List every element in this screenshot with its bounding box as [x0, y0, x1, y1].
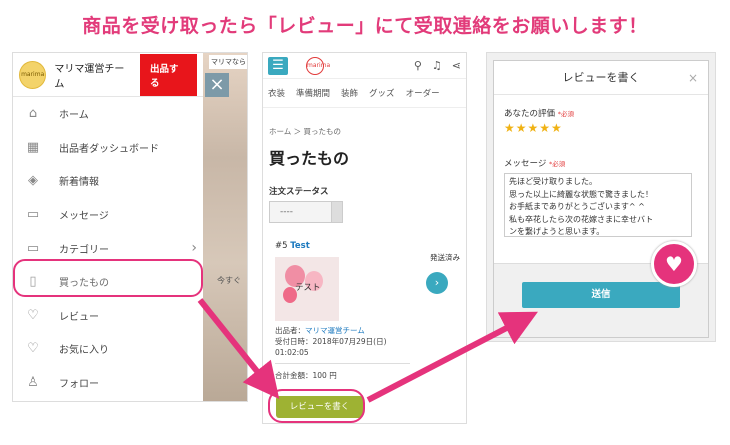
- avatar: marima: [19, 60, 47, 89]
- chat-icon: ▭: [26, 207, 40, 223]
- send-button[interactable]: 送信: [522, 282, 680, 308]
- background-label: マリマなら: [209, 55, 247, 69]
- breadcrumb[interactable]: ホーム ＞ 買ったもの: [263, 108, 466, 137]
- sidebar-item-label: 出品者ダッシュボード: [59, 143, 159, 155]
- product-thumbnail[interactable]: テスト: [275, 257, 339, 321]
- sidebar-item-messages[interactable]: ▭ メッセージ: [13, 198, 203, 232]
- order-card: #5 Test テスト 出品者：マリマ運営チーム 受付日時：2018年07月29…: [275, 241, 387, 358]
- sidebar-item-label: ホーム: [59, 110, 89, 122]
- logo[interactable]: marima: [306, 56, 330, 75]
- sidebar-item-label: 新着情報: [59, 177, 99, 189]
- tab-goods[interactable]: グッズ: [369, 87, 395, 99]
- store-icon: ▦: [26, 139, 40, 155]
- sidebar-item-label: カテゴリー: [59, 244, 109, 256]
- sidebar-item-dashboard[interactable]: ▦ 出品者ダッシュボード: [13, 131, 203, 165]
- message-line: お手紙までありがとうございます^ ^: [509, 202, 645, 211]
- sidebar-item-label: フォロー: [59, 379, 99, 391]
- share-icon[interactable]: ⋖: [452, 59, 461, 72]
- rating-label: あなたの評価 *必須: [494, 107, 708, 119]
- message-line: 先ほど受け取りました。: [509, 177, 597, 186]
- chevron-right-icon: ›: [191, 240, 197, 257]
- order-number: #5: [275, 241, 288, 251]
- tab-preparation[interactable]: 準備期間: [296, 87, 330, 99]
- message-line: ンを繋げようと思います。: [509, 227, 605, 236]
- tab-decoration[interactable]: 装飾: [341, 87, 358, 99]
- tag-icon: ◈: [28, 173, 38, 189]
- message-textarea[interactable]: 先ほど受け取りました。 思った以上に綺麗な状態で驚きました！ お手紙までありがと…: [504, 173, 692, 237]
- background-text: 今すぐ: [217, 276, 241, 285]
- order-time: 01:02:05: [275, 348, 309, 357]
- close-menu-button[interactable]: ×: [205, 73, 229, 97]
- review-modal: レビューを書く × あなたの評価 *必須 ★★★★★ メッセージ *必須 先ほど…: [493, 60, 709, 338]
- star-rating[interactable]: ★★★★★: [494, 121, 708, 135]
- divider: [275, 363, 410, 364]
- sidebar-item-label: レビュー: [59, 311, 99, 323]
- tab-order[interactable]: オーダー: [406, 87, 440, 99]
- sidebar-item-favorites[interactable]: ♡ お気に入り: [13, 332, 203, 366]
- instruction-banner: 商品を受け取ったら「レビュー」にて受取連絡をお願いします！: [82, 15, 648, 37]
- seller-label: 出品者：: [275, 326, 305, 335]
- message-line: 私も卒花したら次の花嫁さまに幸せバト: [509, 214, 654, 224]
- sidebar-header: marima マリマ運営チーム 出品する: [13, 53, 203, 97]
- sidebar-item-review[interactable]: ♡ レビュー: [13, 299, 203, 333]
- order-date: 受付日時：2018年07月29日(日): [275, 337, 387, 346]
- required-badge: *必須: [557, 110, 574, 118]
- sidebar-menu: ⌂ ホーム ▦ 出品者ダッシュボード ◈ 新着情報 ▭ メッセージ ▭ カテゴリー › ▯ 買…: [13, 97, 203, 399]
- tab-costume[interactable]: 衣装: [268, 87, 285, 99]
- purchases-screen: ☰ marima ⚲ ♫ ⋖ 衣装 準備期間 装飾 グッズ オーダー ホーム ＞…: [262, 52, 467, 424]
- hamburger-icon[interactable]: ☰: [268, 56, 288, 75]
- review-modal-screen: レビューを書く × あなたの評価 *必須 ★★★★★ メッセージ *必須 先ほど…: [486, 52, 716, 342]
- sidebar-item-follow[interactable]: ♙ フォロー: [13, 366, 203, 400]
- home-icon: ⌂: [28, 106, 38, 122]
- rating-label-text: あなたの評価: [504, 109, 556, 119]
- sidebar-item-label: メッセージ: [59, 211, 109, 223]
- order-total: 合計金額：100 円: [275, 371, 337, 380]
- message-label-text: メッセージ: [504, 159, 547, 169]
- modal-title: レビューを書く: [562, 71, 640, 84]
- message-label: メッセージ *必須: [494, 157, 708, 169]
- sidebar-item-home[interactable]: ⌂ ホーム: [13, 97, 203, 131]
- category-icon: ▭: [26, 240, 40, 256]
- heart-icon: ♡: [27, 341, 39, 357]
- shipping-status: 発送済み: [430, 253, 460, 262]
- sidebar-item-news[interactable]: ◈ 新着情報: [13, 164, 203, 198]
- background-photo: [203, 53, 247, 401]
- modal-header: レビューを書く ×: [494, 61, 708, 95]
- user-icon: ♙: [27, 375, 39, 391]
- chevron-right-icon[interactable]: ›: [426, 272, 448, 294]
- heart-badge-icon: ♥: [651, 241, 697, 287]
- sidebar: marima マリマ運営チーム 出品する ⌂ ホーム ▦ 出品者ダッシュボード ◈ 新…: [13, 53, 203, 401]
- category-tabs: 衣装 準備期間 装飾 グッズ オーダー: [263, 79, 466, 108]
- side-menu-screen: マリマなら × 今すぐ marima マリマ運営チーム 出品する ⌂ ホーム ▦ 出…: [12, 52, 248, 402]
- search-icon[interactable]: ⚲: [414, 59, 422, 72]
- status-filter-label: 注文ステータス: [269, 187, 329, 197]
- seller-link[interactable]: マリマ運営チーム: [305, 326, 365, 335]
- heart-circle-icon: ♡: [27, 307, 39, 323]
- top-icons: ⚲ ♫ ⋖: [414, 59, 461, 72]
- thumbnail-text: テスト: [295, 283, 321, 293]
- bell-icon[interactable]: ♫: [432, 59, 442, 72]
- team-name: マリマ運営チーム: [54, 63, 125, 90]
- order-title[interactable]: #5 Test: [275, 241, 387, 251]
- sidebar-item-label: お気に入り: [59, 345, 109, 357]
- top-bar: ☰ marima ⚲ ♫ ⋖: [263, 53, 466, 79]
- review-button-highlight: [268, 389, 365, 423]
- status-filter-select[interactable]: ----: [269, 201, 343, 223]
- order-meta: 出品者：マリマ運営チーム 受付日時：2018年07月29日(日) 01:02:0…: [275, 325, 387, 358]
- order-name: Test: [290, 241, 310, 251]
- sell-button[interactable]: 出品する: [139, 53, 197, 96]
- required-badge: *必須: [549, 160, 566, 168]
- page-title: 買ったもの: [269, 149, 350, 168]
- close-icon[interactable]: ×: [688, 61, 698, 95]
- message-line: 思った以上に綺麗な状態で驚きました！: [509, 189, 653, 199]
- purchases-highlight: [13, 259, 203, 297]
